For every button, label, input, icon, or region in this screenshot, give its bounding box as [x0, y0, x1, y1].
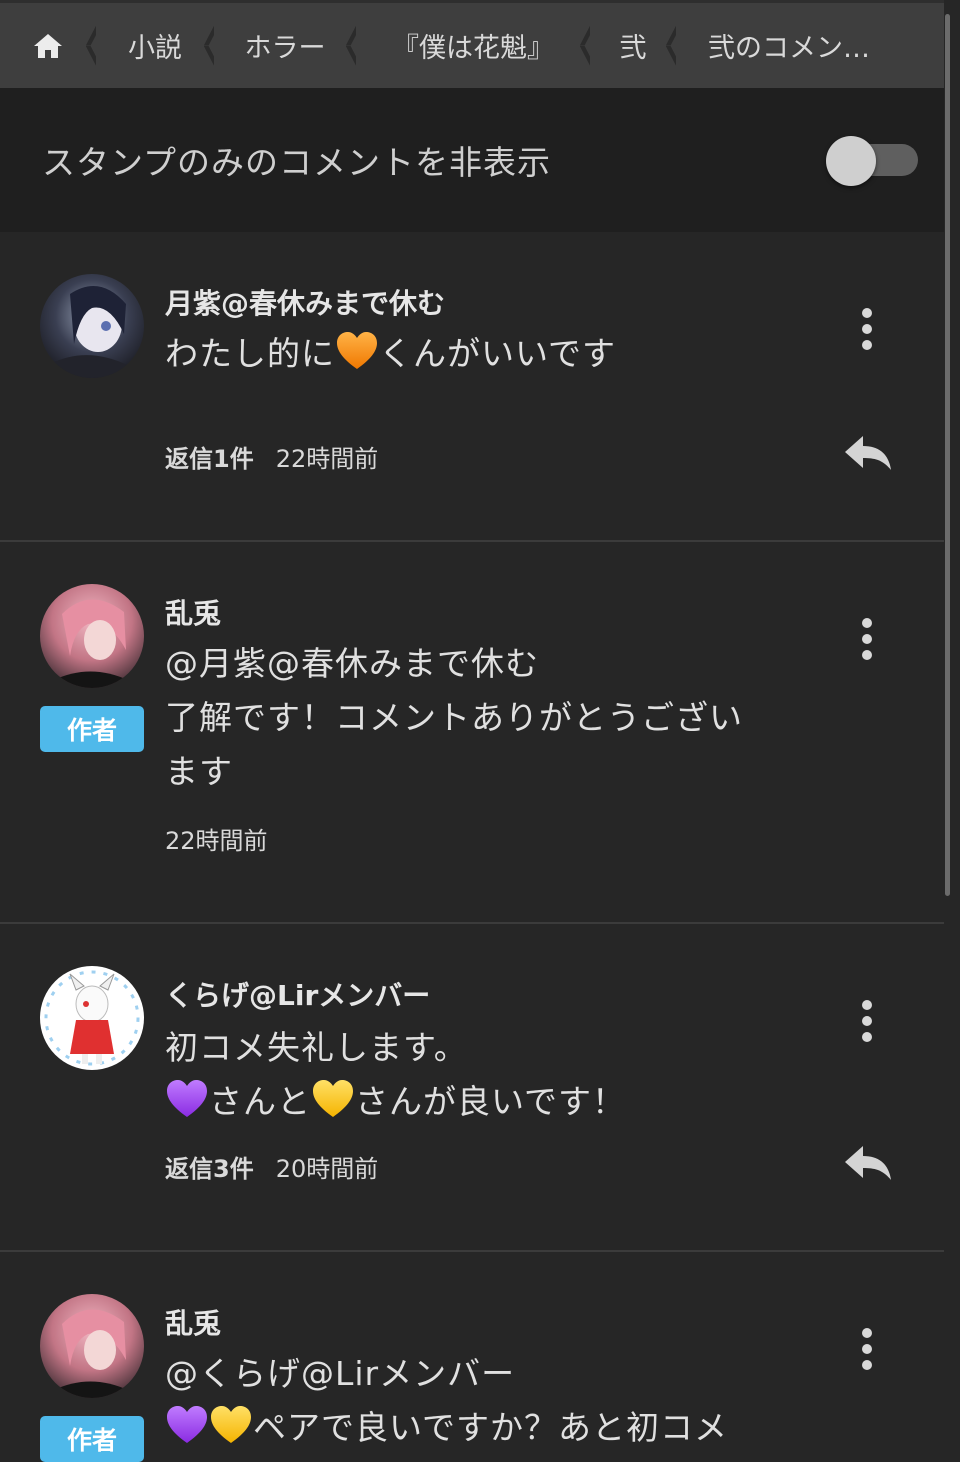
comment-timestamp: 20時間前 — [275, 1155, 379, 1183]
comment-meta: 返信3件 20時間前 — [165, 1149, 378, 1184]
comment-text: ます — [165, 752, 233, 791]
avatar[interactable] — [40, 1294, 144, 1398]
comment-author-name[interactable]: 乱兎 — [165, 1302, 221, 1342]
comment-author-name[interactable]: 月紫@春休みまで休む — [165, 282, 445, 322]
home-icon — [34, 33, 62, 58]
replies-count-link[interactable]: 返信1件 — [165, 439, 254, 474]
breadcrumb-item-novel[interactable]: 小説 — [96, 3, 214, 88]
toggle-knob — [826, 136, 876, 186]
comment-item: 作者 乱兎 @くらげ@Lirメンバー ペアで良いですか？あと初コメ — [0, 1252, 944, 1462]
purple-heart-icon — [167, 1080, 207, 1117]
comment-item: 月紫@春休みまで休む わたし的に くんがいいです 返信1件 22時間前 — [0, 232, 944, 542]
replies-count-link[interactable]: 返信3件 — [165, 1149, 254, 1184]
comment-item: 作者 乱兎 @月紫@春休みまで休む 了解です！コメントありがとうござい ます 2… — [0, 542, 944, 924]
reply-icon[interactable] — [843, 432, 893, 472]
stamp-filter-label: スタンプのみのコメントを非表示 — [42, 143, 552, 182]
purple-heart-icon — [167, 1406, 207, 1443]
comment-text: さんが良いです！ — [355, 1082, 627, 1121]
comment-meta: 22時間前 — [165, 821, 268, 856]
avatar[interactable] — [40, 584, 144, 688]
breadcrumb: 小説 ホラー 『僕は花魁』 弐 弐のコメン… — [0, 0, 944, 88]
yellow-heart-icon — [211, 1406, 251, 1443]
yellow-heart-icon — [313, 1080, 353, 1117]
comment-body: @くらげ@Lirメンバー ペアで良いですか？あと初コメ — [165, 1347, 865, 1455]
more-vertical-icon[interactable] — [852, 996, 882, 1046]
comment-text: わたし的に — [165, 334, 335, 373]
more-vertical-icon[interactable] — [852, 304, 882, 354]
avatar[interactable] — [40, 966, 144, 1070]
scrollbar-thumb[interactable] — [945, 14, 950, 896]
comment-text: 了解です！コメントありがとうござい — [165, 698, 743, 737]
avatar[interactable] — [40, 274, 144, 378]
orange-heart-icon — [337, 332, 377, 369]
stamp-filter-row: スタンプのみのコメントを非表示 — [0, 88, 944, 232]
comment-mention[interactable]: @くらげ@Lirメンバー — [165, 1347, 865, 1401]
comment-body: わたし的に くんがいいです — [165, 327, 785, 381]
more-vertical-icon[interactable] — [852, 614, 882, 664]
author-badge: 作者 — [40, 706, 144, 752]
comment-author-name[interactable]: 乱兎 — [165, 592, 221, 632]
breadcrumb-home[interactable] — [0, 3, 96, 88]
more-vertical-icon[interactable] — [852, 1324, 882, 1374]
comment-mention[interactable]: @月紫@春休みまで休む — [165, 637, 785, 691]
reply-icon[interactable] — [843, 1142, 893, 1182]
comment-item: くらげ@Lirメンバー 初コメ失礼します。 さんと さんが良いです！ 返信3件 2… — [0, 924, 944, 1252]
comment-text-line: さんと さんが良いです！ — [165, 1075, 785, 1129]
comment-meta: 返信1件 22時間前 — [165, 439, 378, 474]
comment-text: 初コメ失礼します。 — [165, 1028, 468, 1067]
comment-text: さんと — [209, 1082, 311, 1121]
comment-text: くんがいいです — [379, 334, 617, 373]
breadcrumb-item-episode[interactable]: 弐 — [590, 3, 676, 88]
comment-text: ペアで良いですか？あと初コメ — [253, 1408, 729, 1447]
breadcrumb-item-current: 弐のコメン… — [676, 3, 944, 88]
comment-body: 初コメ失礼します。 さんと さんが良いです！ — [165, 1021, 785, 1129]
author-badge: 作者 — [40, 1416, 144, 1462]
comment-body: @月紫@春休みまで休む 了解です！コメントありがとうござい ます — [165, 637, 785, 799]
comment-author-name[interactable]: くらげ@Lirメンバー — [165, 974, 430, 1014]
breadcrumb-item-genre[interactable]: ホラー — [214, 3, 356, 88]
breadcrumb-item-work[interactable]: 『僕は花魁』 — [356, 3, 590, 88]
comment-timestamp: 22時間前 — [165, 827, 268, 855]
comment-timestamp: 22時間前 — [275, 445, 379, 473]
stamp-filter-toggle[interactable] — [826, 136, 918, 186]
scrollbar-track[interactable] — [944, 0, 960, 1462]
comment-text-line: ペアで良いですか？あと初コメ — [165, 1401, 865, 1455]
